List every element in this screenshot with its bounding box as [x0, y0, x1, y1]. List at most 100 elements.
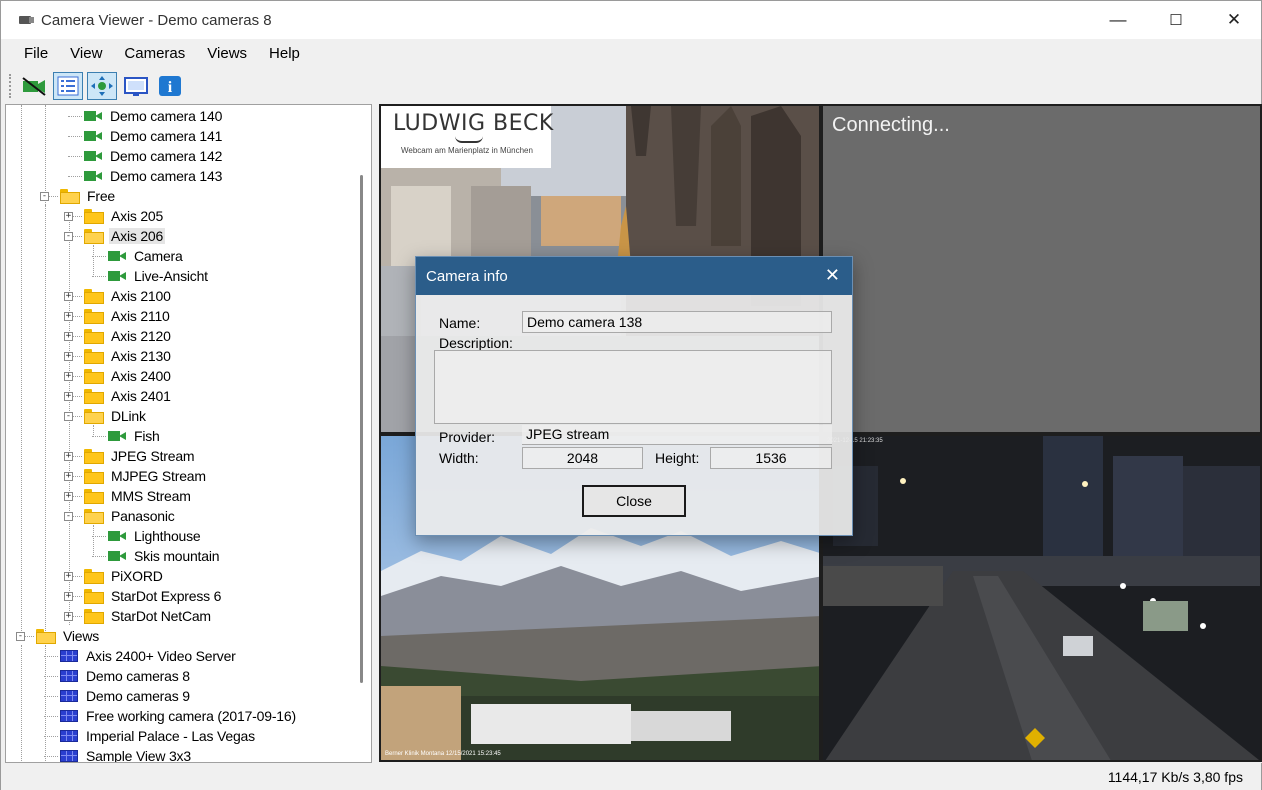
fullscreen-button[interactable]: [121, 72, 151, 100]
tree-item[interactable]: Demo cameras 9: [60, 686, 192, 706]
video-tile-connecting[interactable]: Connecting...: [821, 104, 1262, 434]
minimize-button[interactable]: —: [1089, 1, 1147, 39]
tree-item[interactable]: Free working camera (2017-09-16): [60, 706, 298, 726]
tree-expander[interactable]: +: [64, 492, 73, 501]
tree-expander[interactable]: -: [64, 512, 73, 521]
tree-item[interactable]: Axis 205: [84, 206, 165, 226]
tree-item[interactable]: Lighthouse: [108, 526, 203, 546]
tree-item[interactable]: Axis 206: [84, 226, 166, 246]
description-field[interactable]: [434, 350, 832, 424]
tree-item-label: Demo camera 141: [110, 128, 223, 144]
menu-help[interactable]: Help: [258, 39, 311, 69]
tree-item[interactable]: Demo camera 143: [84, 166, 224, 186]
status-throughput: 1144,17 Kb/s 3,80 fps: [1107, 769, 1243, 785]
maximize-button[interactable]: ☐: [1147, 1, 1205, 39]
tree-item-label: PiXORD: [111, 568, 163, 584]
tree-scrollbar[interactable]: [354, 105, 371, 762]
tree-item[interactable]: Sample View 3x3: [60, 746, 193, 762]
tree-expander[interactable]: -: [16, 632, 25, 641]
dialog-close-icon[interactable]: ✕: [825, 265, 840, 286]
tree-item[interactable]: Axis 2130: [84, 346, 173, 366]
tree-item[interactable]: Views: [36, 626, 101, 646]
tree-item-label: Free working camera (2017-09-16): [86, 708, 296, 724]
view-grid-icon: [60, 750, 78, 762]
toolbar: i: [1, 69, 1261, 103]
folder-icon: [84, 588, 104, 604]
name-field[interactable]: Demo camera 138: [522, 311, 832, 333]
tree-expander[interactable]: +: [64, 572, 73, 581]
info-icon: i: [159, 76, 181, 96]
toolbar-grip[interactable]: [9, 74, 13, 98]
tree-item[interactable]: Demo camera 141: [84, 126, 224, 146]
width-field[interactable]: 2048: [522, 447, 643, 469]
tree-item[interactable]: Fish: [108, 426, 162, 446]
tree-expander[interactable]: -: [40, 192, 49, 201]
menu-views[interactable]: Views: [196, 39, 258, 69]
ludwig-beck-logo: LUDWIG BECK: [393, 111, 554, 136]
folder-icon: [84, 208, 104, 224]
fit-button[interactable]: [87, 72, 117, 100]
tree-item[interactable]: DLink: [84, 406, 148, 426]
info-button[interactable]: i: [155, 72, 185, 100]
camera-info-dialog: Camera info ✕ Name: Demo camera 138 Desc…: [415, 256, 853, 536]
tree-item[interactable]: Axis 2120: [84, 326, 173, 346]
menu-file[interactable]: File: [13, 39, 59, 69]
video-tile-highway[interactable]: 2021-12-15 21:23:35: [821, 434, 1262, 762]
tree-item[interactable]: Skis mountain: [108, 546, 221, 566]
tree-item[interactable]: Imperial Palace - Las Vegas: [60, 726, 257, 746]
tree-item[interactable]: MMS Stream: [84, 486, 193, 506]
description-label: Description:: [439, 335, 513, 351]
width-label: Width:: [439, 450, 479, 466]
dialog-title: Camera info: [426, 267, 508, 285]
tree-expander[interactable]: +: [64, 592, 73, 601]
tree-item[interactable]: JPEG Stream: [84, 446, 196, 466]
height-field[interactable]: 1536: [710, 447, 832, 469]
tree-expander[interactable]: +: [64, 212, 73, 221]
tree-item[interactable]: Live-Ansicht: [108, 266, 210, 286]
status-bar: 1144,17 Kb/s 3,80 fps: [1, 765, 1261, 790]
tree-item[interactable]: Axis 2110: [84, 306, 172, 326]
tree-item[interactable]: Demo camera 140: [84, 106, 224, 126]
height-label: Height:: [655, 450, 700, 466]
camera-off-button[interactable]: [19, 72, 49, 100]
tree-item[interactable]: Demo camera 142: [84, 146, 224, 166]
tree-expander[interactable]: +: [64, 452, 73, 461]
tree-expander[interactable]: -: [64, 232, 73, 241]
folder-icon: [84, 468, 104, 484]
provider-field[interactable]: JPEG stream: [522, 425, 832, 445]
close-window-button[interactable]: ✕: [1205, 1, 1262, 39]
tree-expander[interactable]: +: [64, 612, 73, 621]
tree-item[interactable]: Axis 2401: [84, 386, 173, 406]
close-button[interactable]: Close: [582, 485, 686, 517]
tree-item[interactable]: MJPEG Stream: [84, 466, 208, 486]
tree-expander[interactable]: +: [64, 472, 73, 481]
menu-view[interactable]: View: [59, 39, 113, 69]
tree-expander[interactable]: +: [64, 332, 73, 341]
tree-expander[interactable]: +: [64, 352, 73, 361]
tree-item[interactable]: Axis 2400+ Video Server: [60, 646, 238, 666]
tree-expander[interactable]: -: [64, 412, 73, 421]
camera-tree[interactable]: Demo camera 140 Demo camera 141 Demo camer…: [5, 104, 372, 763]
tree-expander[interactable]: +: [64, 372, 73, 381]
tree-expander[interactable]: +: [64, 392, 73, 401]
tree-item[interactable]: Panasonic: [84, 506, 177, 526]
tree-scroll-thumb[interactable]: [360, 175, 363, 683]
list-icon: [57, 76, 79, 96]
tree-item-label: Fish: [134, 428, 160, 444]
tree-expander[interactable]: +: [64, 292, 73, 301]
tree-item[interactable]: Camera: [108, 246, 185, 266]
tree-item[interactable]: Axis 2400: [84, 366, 173, 386]
folder-icon: [84, 608, 104, 624]
tree-item[interactable]: StarDot Express 6: [84, 586, 223, 606]
tree-item-label: Live-Ansicht: [134, 268, 208, 284]
tree-item[interactable]: Free: [60, 186, 117, 206]
menu-cameras[interactable]: Cameras: [113, 39, 196, 69]
tree-expander[interactable]: +: [64, 312, 73, 321]
folder-icon: [84, 288, 104, 304]
tree-item[interactable]: PiXORD: [84, 566, 165, 586]
tree-item[interactable]: Axis 2100: [84, 286, 173, 306]
list-view-button[interactable]: [53, 72, 83, 100]
tree-item[interactable]: Demo cameras 8: [60, 666, 192, 686]
tree-item[interactable]: StarDot NetCam: [84, 606, 213, 626]
tree-item-label: Axis 2400+ Video Server: [86, 648, 236, 664]
